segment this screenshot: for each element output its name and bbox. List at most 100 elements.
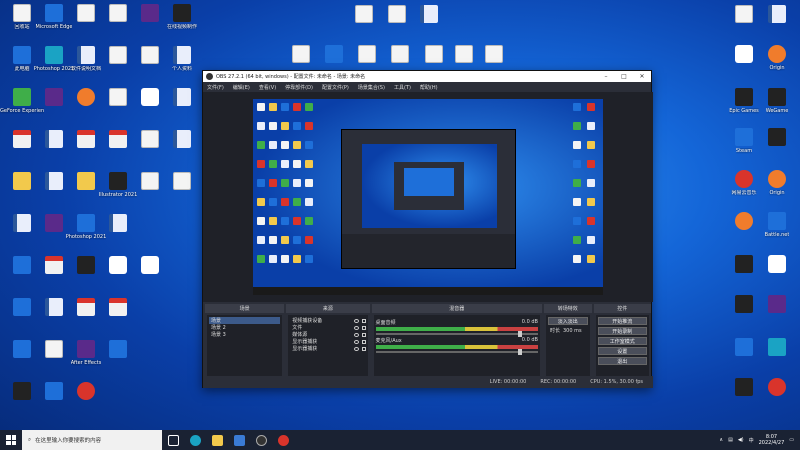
app-blue-icon [13,298,31,316]
lock-icon[interactable] [361,346,366,351]
source-item[interactable]: 显示器捕获 [290,338,366,345]
obs-title-bar[interactable]: OBS 27.2.1 (64 bit, windows) - 配置文件: 未命名… [203,71,651,82]
scenes-list: 场景 场景 2 场景 3 [207,315,283,376]
app-purple-icon [768,295,786,313]
volume-slider[interactable] [375,331,538,337]
control-button[interactable]: 设置 [597,347,647,355]
eye-icon[interactable] [353,325,359,330]
lock-icon[interactable] [361,332,366,337]
pdf-icon [77,298,95,316]
eye-icon[interactable] [353,332,359,337]
doc-icon [173,46,191,64]
menu-item[interactable]: 工具(T) [394,84,411,91]
desktop-icon[interactable] [128,256,172,296]
desktop-icon[interactable] [160,130,204,170]
maximize-icon[interactable]: □ [615,73,633,80]
app-orange-icon [735,212,753,230]
chevron-up-icon[interactable]: ∧ [719,437,723,443]
scene-item[interactable]: 场景 [209,317,281,324]
app-dark-icon [13,382,31,400]
desktop-icon[interactable] [407,5,451,45]
control-button[interactable]: 开始推流 [597,317,647,325]
volume-icon[interactable]: ◀) [738,437,744,443]
preview-desktop-icon [281,103,289,111]
desktop-icon[interactable]: 个人资料 [160,46,204,86]
obs-icon[interactable] [250,430,272,450]
eye-icon[interactable] [353,346,359,351]
menu-item[interactable]: 配置文件(P) [322,84,349,91]
desktop-icon[interactable]: WeGame [755,88,799,128]
menu-item[interactable]: 场景集合(S) [358,84,385,91]
desktop-icon[interactable] [755,128,799,168]
preview-canvas[interactable] [253,99,603,295]
source-item[interactable]: 视频捕获设备 [290,317,366,324]
scene-item[interactable]: 场景 3 [209,331,280,338]
taskbar-search[interactable]: ⌕ 在这里输入你要搜索的内容 [22,430,162,450]
transitions-dock-title: 转场特效 [543,304,592,313]
desktop-icon[interactable] [64,382,108,422]
control-button[interactable]: 退出 [597,357,647,365]
start-button[interactable] [0,430,22,450]
desktop-icon[interactable] [160,88,204,128]
menu-item[interactable]: 帮助(H) [420,84,438,91]
desktop-icon[interactable] [755,378,799,418]
duration-label: 时长 [549,328,560,334]
control-button[interactable]: 工作室模式 [597,337,647,345]
desktop-icon[interactable]: Battle.net [755,212,799,252]
notification-icon[interactable]: ▭ [789,437,794,443]
close-icon[interactable]: ✕ [633,73,651,80]
obs-window[interactable]: OBS 27.2.1 (64 bit, windows) - 配置文件: 未命名… [202,70,653,388]
preview-desktop-icon [281,255,289,263]
menu-item[interactable]: 停靠部件(D) [285,84,313,91]
desktop-icon[interactable] [755,338,799,378]
ime-indicator[interactable]: 中 [749,437,754,444]
desktop-icon[interactable]: Origin [755,45,799,85]
preview-desktop-icon [257,236,265,244]
network-icon[interactable]: ▤ [728,437,733,443]
windows-icon [6,435,16,445]
source-item[interactable]: 文件 [290,324,366,331]
chrome-icon[interactable] [272,430,294,450]
pdf-icon [13,130,31,148]
source-item[interactable]: 显示器捕获 [290,345,366,352]
duration-field[interactable]: 300 ms [563,328,582,334]
desktop-icon[interactable] [96,214,140,254]
preview-desktop-icon [257,255,265,263]
desktop-icon[interactable] [96,298,140,338]
lock-icon[interactable] [361,325,366,330]
volume-slider[interactable] [375,349,538,355]
menu-item[interactable]: 编辑(E) [233,84,250,91]
app-red-icon [768,378,786,396]
file-icon [109,46,127,64]
control-button[interactable]: 开始录制 [597,327,647,335]
desktop-icon[interactable] [755,255,799,295]
minimize-icon[interactable]: – [597,73,615,80]
preview-desktop-icon [573,141,581,149]
eye-icon[interactable] [353,339,359,344]
store-icon[interactable] [228,430,250,450]
scene-item[interactable]: 场景 2 [209,324,280,331]
desktop-icon[interactable]: 在线视频制作 [160,4,204,44]
desktop-icon[interactable]: Origin [755,170,799,210]
lock-icon[interactable] [361,318,366,323]
desktop-icon[interactable] [755,5,799,45]
menu-item[interactable]: 文件(F) [207,84,224,91]
menu-item[interactable]: 查看(V) [259,84,276,91]
app-purple-icon [141,4,159,22]
mixer-track: 麦克风/Aux 0.0 dB [376,337,538,344]
task-view-icon[interactable] [162,430,184,450]
lock-icon[interactable] [361,339,366,344]
file-icon [358,45,376,63]
desktop-icon[interactable] [96,340,140,380]
transition-select[interactable]: 淡入淡出 [547,317,588,325]
clock[interactable]: 8:07 2022/4/27 [759,434,785,446]
app-teal-icon [768,338,786,356]
preview-desktop-icon [587,103,595,111]
eye-icon[interactable] [353,318,359,323]
desktop-icon[interactable] [160,172,204,212]
edge-icon[interactable] [184,430,206,450]
preview-desktop-icon [573,160,581,168]
file-explorer-icon[interactable] [206,430,228,450]
desktop-icon[interactable] [755,295,799,335]
source-item[interactable]: 媒体源 [290,331,366,338]
